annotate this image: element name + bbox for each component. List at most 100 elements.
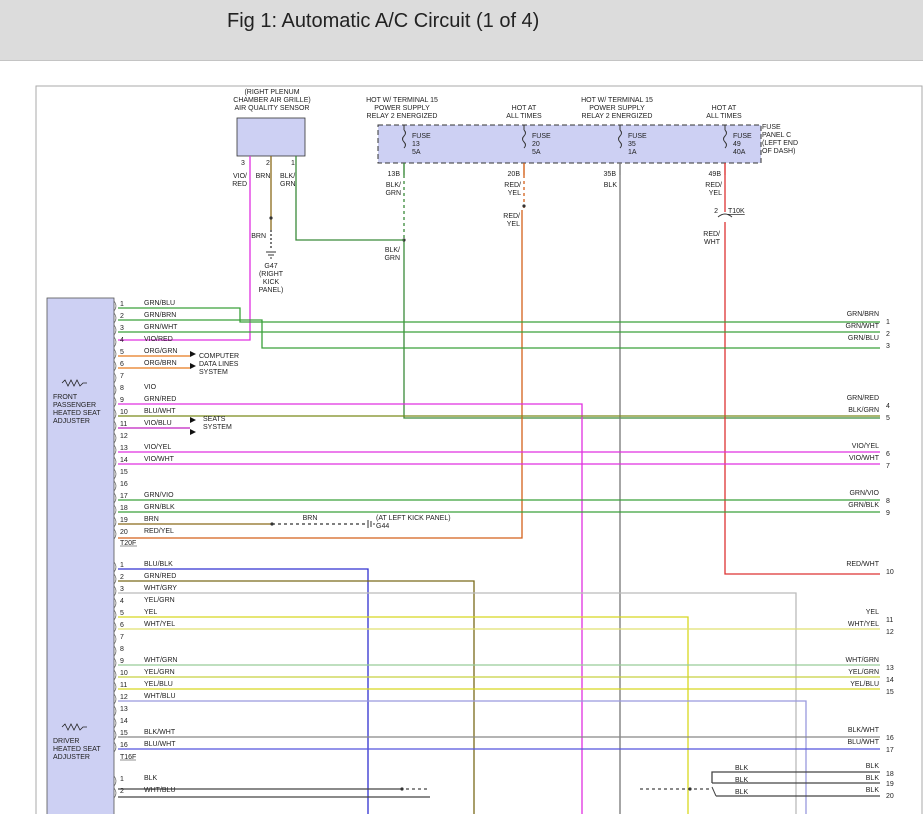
pin-wire-label: YEL/GRN <box>144 597 175 604</box>
output-wire-label: BLK <box>866 787 880 794</box>
output-number: 5 <box>886 415 890 422</box>
fuse-terminal: 49B <box>709 171 722 178</box>
pin-number: 9 <box>120 658 124 665</box>
blk-bus-label: BLK <box>735 777 749 784</box>
seat-adjuster-box <box>46 297 115 814</box>
ground-icon <box>266 251 276 259</box>
fuse-wire-label: RED/ <box>504 182 521 189</box>
fuse-hot-label: HOT AT <box>712 105 737 112</box>
t10k-pin: 2 <box>714 208 718 215</box>
pin-wire-label: GRN/BRN <box>144 312 176 319</box>
junction-dot <box>522 204 526 208</box>
sensor-pin: 3 <box>241 160 245 167</box>
pin-wire-label: YEL/GRN <box>144 669 175 676</box>
pin-number: 5 <box>120 610 124 617</box>
fuse-label: 40A <box>733 149 746 156</box>
junction-dot <box>270 522 274 526</box>
pin-number: 6 <box>120 361 124 368</box>
pin-wire-label: WHT/BLU <box>144 693 176 700</box>
pin-wire-label: ORG/GRN <box>144 348 177 355</box>
pin-wire-label: ORG/BRN <box>144 360 177 367</box>
pin-number: 17 <box>120 493 128 500</box>
fuse-hot-label: HOT AT <box>512 105 537 112</box>
sensor-label: (RIGHT PLENUM <box>244 89 299 96</box>
pin-wire-label: YEL/BLU <box>144 681 173 688</box>
red-wht-label: WHT <box>704 239 721 246</box>
output-wire-label: BLK <box>866 775 880 782</box>
pin-number: 7 <box>120 634 124 641</box>
output-number: 8 <box>886 498 890 505</box>
g44-label: (AT LEFT KICK PANEL) <box>376 515 451 522</box>
output-number: 3 <box>886 343 890 350</box>
pin-number: 18 <box>120 505 128 512</box>
output-number: 11 <box>886 617 893 624</box>
fuse-hot-label: HOT W/ TERMINAL 15 <box>366 97 438 104</box>
passenger-seat-label: FRONT <box>53 394 78 401</box>
g47-label: (RIGHT <box>259 271 284 278</box>
pin-number: 2 <box>120 574 124 581</box>
output-wire-label: GRN/BRN <box>847 311 879 318</box>
pin-number: 3 <box>120 586 124 593</box>
computer-data-label: DATA LINES <box>199 361 239 368</box>
fuse-label: 13 <box>412 141 420 148</box>
blk-bus-label: BLK <box>735 789 749 796</box>
pin-number: 4 <box>120 337 124 344</box>
g44-label: G44 <box>376 523 389 530</box>
passenger-seat-label: ADJUSTER <box>53 418 90 425</box>
blk-grn-label: GRN <box>384 255 400 262</box>
output-number: 18 <box>886 771 894 778</box>
output-number: 4 <box>886 403 890 410</box>
fuse-terminal: 35B <box>604 171 617 178</box>
output-number: 7 <box>886 463 890 470</box>
red-yel-wire <box>118 210 523 539</box>
pin-wire-label: GRN/WHT <box>144 324 178 331</box>
pin-number: 10 <box>120 409 128 416</box>
pin-wire-label: BRN <box>144 516 159 523</box>
pin-number: 8 <box>120 646 124 653</box>
pin-number: 16 <box>120 742 128 749</box>
pin-wire-label: VIO/RED <box>144 336 173 343</box>
red-yel-label: RED/ <box>503 213 520 220</box>
pin-wire-label: WHT/YEL <box>144 621 175 628</box>
sensor-wire-label: RED <box>232 181 247 188</box>
output-wire-label: GRN/VIO <box>849 490 879 497</box>
g44-wire-label: BRN <box>303 515 318 522</box>
pin-number: 7 <box>120 373 124 380</box>
output-number: 6 <box>886 451 890 458</box>
seats-system-label: SYSTEM <box>203 424 232 431</box>
pin-wire-label: GRN/RED <box>144 396 176 403</box>
fuse-label: FUSE <box>532 133 551 140</box>
pin-number: 16 <box>120 481 128 488</box>
fuse-hot-label: RELAY 2 ENERGIZED <box>367 113 438 120</box>
output-number: 12 <box>886 629 894 636</box>
output-wire-label: BLU/WHT <box>848 739 880 746</box>
pin-wire-label: WHT/GRN <box>144 657 177 664</box>
pin-number: 10 <box>120 670 128 677</box>
sensor-wire-label: VIO/ <box>233 173 247 180</box>
t10k-label: T10K <box>728 208 745 215</box>
grn-red-wire <box>118 403 583 814</box>
pin-wire-label: BLU/BLK <box>144 561 173 568</box>
g47-label: KICK <box>263 279 280 286</box>
sensor-blk-grn-wire <box>295 156 404 241</box>
sensor-wire-label: BRN <box>256 173 271 180</box>
seats-system-label: SEATS <box>203 416 226 423</box>
junction-dot <box>269 216 273 220</box>
output-number: 17 <box>886 747 894 754</box>
pin-wire-label: RED/YEL <box>144 528 174 535</box>
fuse-panel-label: FUSE <box>762 124 781 131</box>
blk-bus-label: BLK <box>735 765 749 772</box>
pin-number: 11 <box>120 421 127 428</box>
pin-number: 8 <box>120 385 124 392</box>
pin-wire-label: YEL <box>144 609 157 616</box>
fuse-wire-label: YEL <box>508 190 521 197</box>
output-wire-label: RED/WHT <box>846 561 879 568</box>
output-wire-label: GRN/WHT <box>846 323 880 330</box>
output-wire-label: WHT/GRN <box>846 657 879 664</box>
fuse-hot-label: RELAY 2 ENERGIZED <box>582 113 653 120</box>
pin-wire-label: WHT/GRY <box>144 585 177 592</box>
red-yel-label: YEL <box>507 221 520 228</box>
blk-bus-wire <box>711 786 717 797</box>
pin-number: 5 <box>120 349 124 356</box>
fuse-wire-label: GRN <box>385 190 401 197</box>
